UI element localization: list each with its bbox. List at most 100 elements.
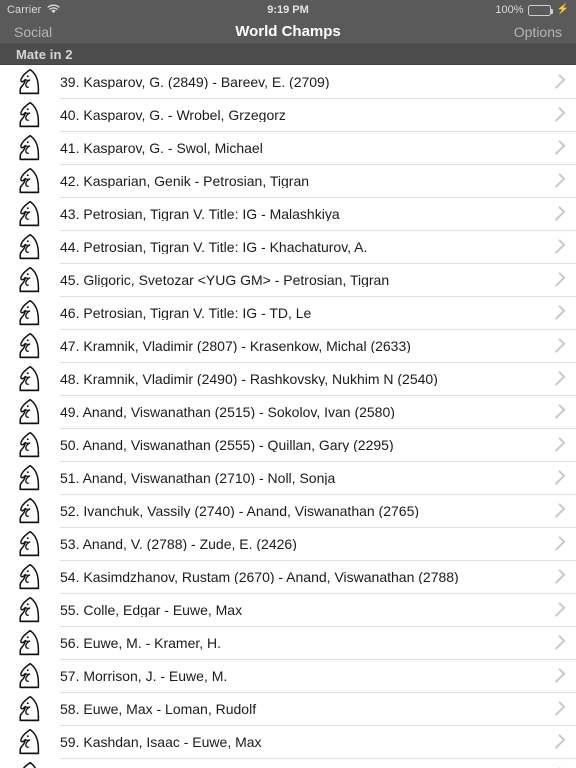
chevron-right-icon[interactable] [542,635,576,650]
chevron-right-icon[interactable] [542,107,576,122]
list-item[interactable]: 46. Petrosian, Tigran V. Title: IG - TD,… [0,296,576,329]
back-button-social[interactable]: Social [14,25,52,39]
list-item-label: 52. Ivanchuk, Vassily (2740) - Anand, Vi… [60,503,420,518]
chess-knight-icon [0,431,60,459]
chevron-right-icon[interactable] [542,272,576,287]
list-item-label: 44. Petrosian, Tigran V. Title: IG - Kha… [60,239,368,254]
list-item-label: 57. Morrison, J. - Euwe, M. [60,668,228,683]
list-item[interactable]: 54. Kasimdzhanov, Rustam (2670) - Anand,… [0,560,576,593]
chess-knight-icon [0,233,60,261]
app-root: Carrier 9:19 PM 100% ⚡ Social World Cham… [0,0,576,768]
list-item[interactable]: 52. Ivanchuk, Vassily (2740) - Anand, Vi… [0,494,576,527]
list-item[interactable]: 42. Kasparian, Genik - Petrosian, Tigran [0,164,576,197]
puzzle-list[interactable]: 39. Kasparov, G. (2849) - Bareev, E. (27… [0,65,576,768]
chess-knight-icon [0,167,60,195]
chevron-right-icon[interactable] [542,668,576,683]
chess-knight-icon [0,101,60,129]
chess-knight-icon [0,332,60,360]
list-item-label: 47. Kramnik, Vladimir (2807) - Krasenkow… [60,338,411,353]
chevron-right-icon[interactable] [542,371,576,386]
list-item[interactable]: 45. Gligoric, Svetozar <YUG GM> - Petros… [0,263,576,296]
chevron-right-icon[interactable] [542,470,576,485]
chess-knight-icon [0,662,60,690]
list-item-label: 59. Kashdan, Isaac - Euwe, Max [60,734,262,749]
chess-knight-icon [0,695,60,723]
list-item-label: 43. Petrosian, Tigran V. Title: IG - Mal… [60,206,340,221]
chevron-right-icon[interactable] [542,734,576,749]
chess-knight-icon [0,365,60,393]
chevron-right-icon[interactable] [542,602,576,617]
chess-knight-icon [0,134,60,162]
chess-knight-icon [0,530,60,558]
status-bar-time: 9:19 PM [267,4,309,16]
list-item[interactable]: 58. Euwe, Max - Loman, Rudolf [0,692,576,725]
wifi-icon [47,4,60,17]
list-item-label: 49. Anand, Viswanathan (2515) - Sokolov,… [60,404,395,419]
chevron-right-icon[interactable] [542,503,576,518]
list-item-label: 55. Colle, Edgar - Euwe, Max [60,602,243,617]
list-item[interactable]: 40. Kasparov, G. - Wrobel, Grzegorz [0,98,576,131]
list-item[interactable] [0,758,576,768]
chess-knight-icon [0,464,60,492]
list-item[interactable]: 59. Kashdan, Isaac - Euwe, Max [0,725,576,758]
carrier-label: Carrier [7,4,42,16]
chevron-right-icon[interactable] [542,536,576,551]
chevron-right-icon[interactable] [542,74,576,89]
list-item-label: 53. Anand, V. (2788) - Zude, E. (2426) [60,536,297,551]
chevron-right-icon[interactable] [542,437,576,452]
list-item[interactable]: 48. Kramnik, Vladimir (2490) - Rashkovsk… [0,362,576,395]
navigation-bar: Social World Champs Options [0,20,576,44]
lightning-bolt-icon: ⚡ [556,4,569,15]
chevron-right-icon[interactable] [542,305,576,320]
battery-percent-label: 100% [495,4,524,16]
chevron-right-icon[interactable] [542,173,576,188]
list-item-label: 58. Euwe, Max - Loman, Rudolf [60,701,257,716]
chess-knight-icon [0,761,60,768]
list-item-label: 48. Kramnik, Vladimir (2490) - Rashkovsk… [60,371,438,386]
chess-knight-icon [0,563,60,591]
chevron-right-icon[interactable] [542,569,576,584]
chess-knight-icon [0,68,60,96]
chess-knight-icon [0,629,60,657]
options-button[interactable]: Options [514,25,562,39]
battery-icon [527,4,553,16]
chevron-right-icon[interactable] [542,338,576,353]
list-item[interactable]: 41. Kasparov, G. - Swol, Michael [0,131,576,164]
list-item[interactable]: 49. Anand, Viswanathan (2515) - Sokolov,… [0,395,576,428]
page-title: World Champs [235,23,341,40]
list-item[interactable]: 44. Petrosian, Tigran V. Title: IG - Kha… [0,230,576,263]
list-item[interactable]: 50. Anand, Viswanathan (2555) - Quillan,… [0,428,576,461]
chess-knight-icon [0,398,60,426]
chess-knight-icon [0,497,60,525]
chess-knight-icon [0,596,60,624]
status-bar-right: 100% ⚡ [495,4,569,16]
list-item[interactable]: 57. Morrison, J. - Euwe, M. [0,659,576,692]
chevron-right-icon[interactable] [542,404,576,419]
list-item[interactable]: 47. Kramnik, Vladimir (2807) - Krasenkow… [0,329,576,362]
status-bar: Carrier 9:19 PM 100% ⚡ [0,0,576,20]
list-item-label: 54. Kasimdzhanov, Rustam (2670) - Anand,… [60,569,459,584]
chevron-right-icon[interactable] [542,239,576,254]
chevron-right-icon[interactable] [542,140,576,155]
chess-knight-icon [0,728,60,756]
list-item-label: 50. Anand, Viswanathan (2555) - Quillan,… [60,437,394,452]
list-item-label: 39. Kasparov, G. (2849) - Bareev, E. (27… [60,74,330,89]
list-item-label: 41. Kasparov, G. - Swol, Michael [60,140,263,155]
chess-knight-icon [0,299,60,327]
chevron-right-icon[interactable] [542,206,576,221]
list-item[interactable]: 56. Euwe, M. - Kramer, H. [0,626,576,659]
list-item-label: 51. Anand, Viswanathan (2710) - Noll, So… [60,470,336,485]
chess-knight-icon [0,266,60,294]
list-item[interactable]: 43. Petrosian, Tigran V. Title: IG - Mal… [0,197,576,230]
list-item[interactable]: 53. Anand, V. (2788) - Zude, E. (2426) [0,527,576,560]
chess-knight-icon [0,200,60,228]
status-bar-left: Carrier [7,4,60,17]
list-item[interactable]: 55. Colle, Edgar - Euwe, Max [0,593,576,626]
chevron-right-icon[interactable] [542,701,576,716]
list-item[interactable]: 51. Anand, Viswanathan (2710) - Noll, So… [0,461,576,494]
list-item-label: 45. Gligoric, Svetozar <YUG GM> - Petros… [60,272,390,287]
list-item[interactable]: 39. Kasparov, G. (2849) - Bareev, E. (27… [0,65,576,98]
list-item-label: 46. Petrosian, Tigran V. Title: IG - TD,… [60,305,312,320]
list-item-label: 40. Kasparov, G. - Wrobel, Grzegorz [60,107,286,122]
list-item-label: 56. Euwe, M. - Kramer, H. [60,635,222,650]
